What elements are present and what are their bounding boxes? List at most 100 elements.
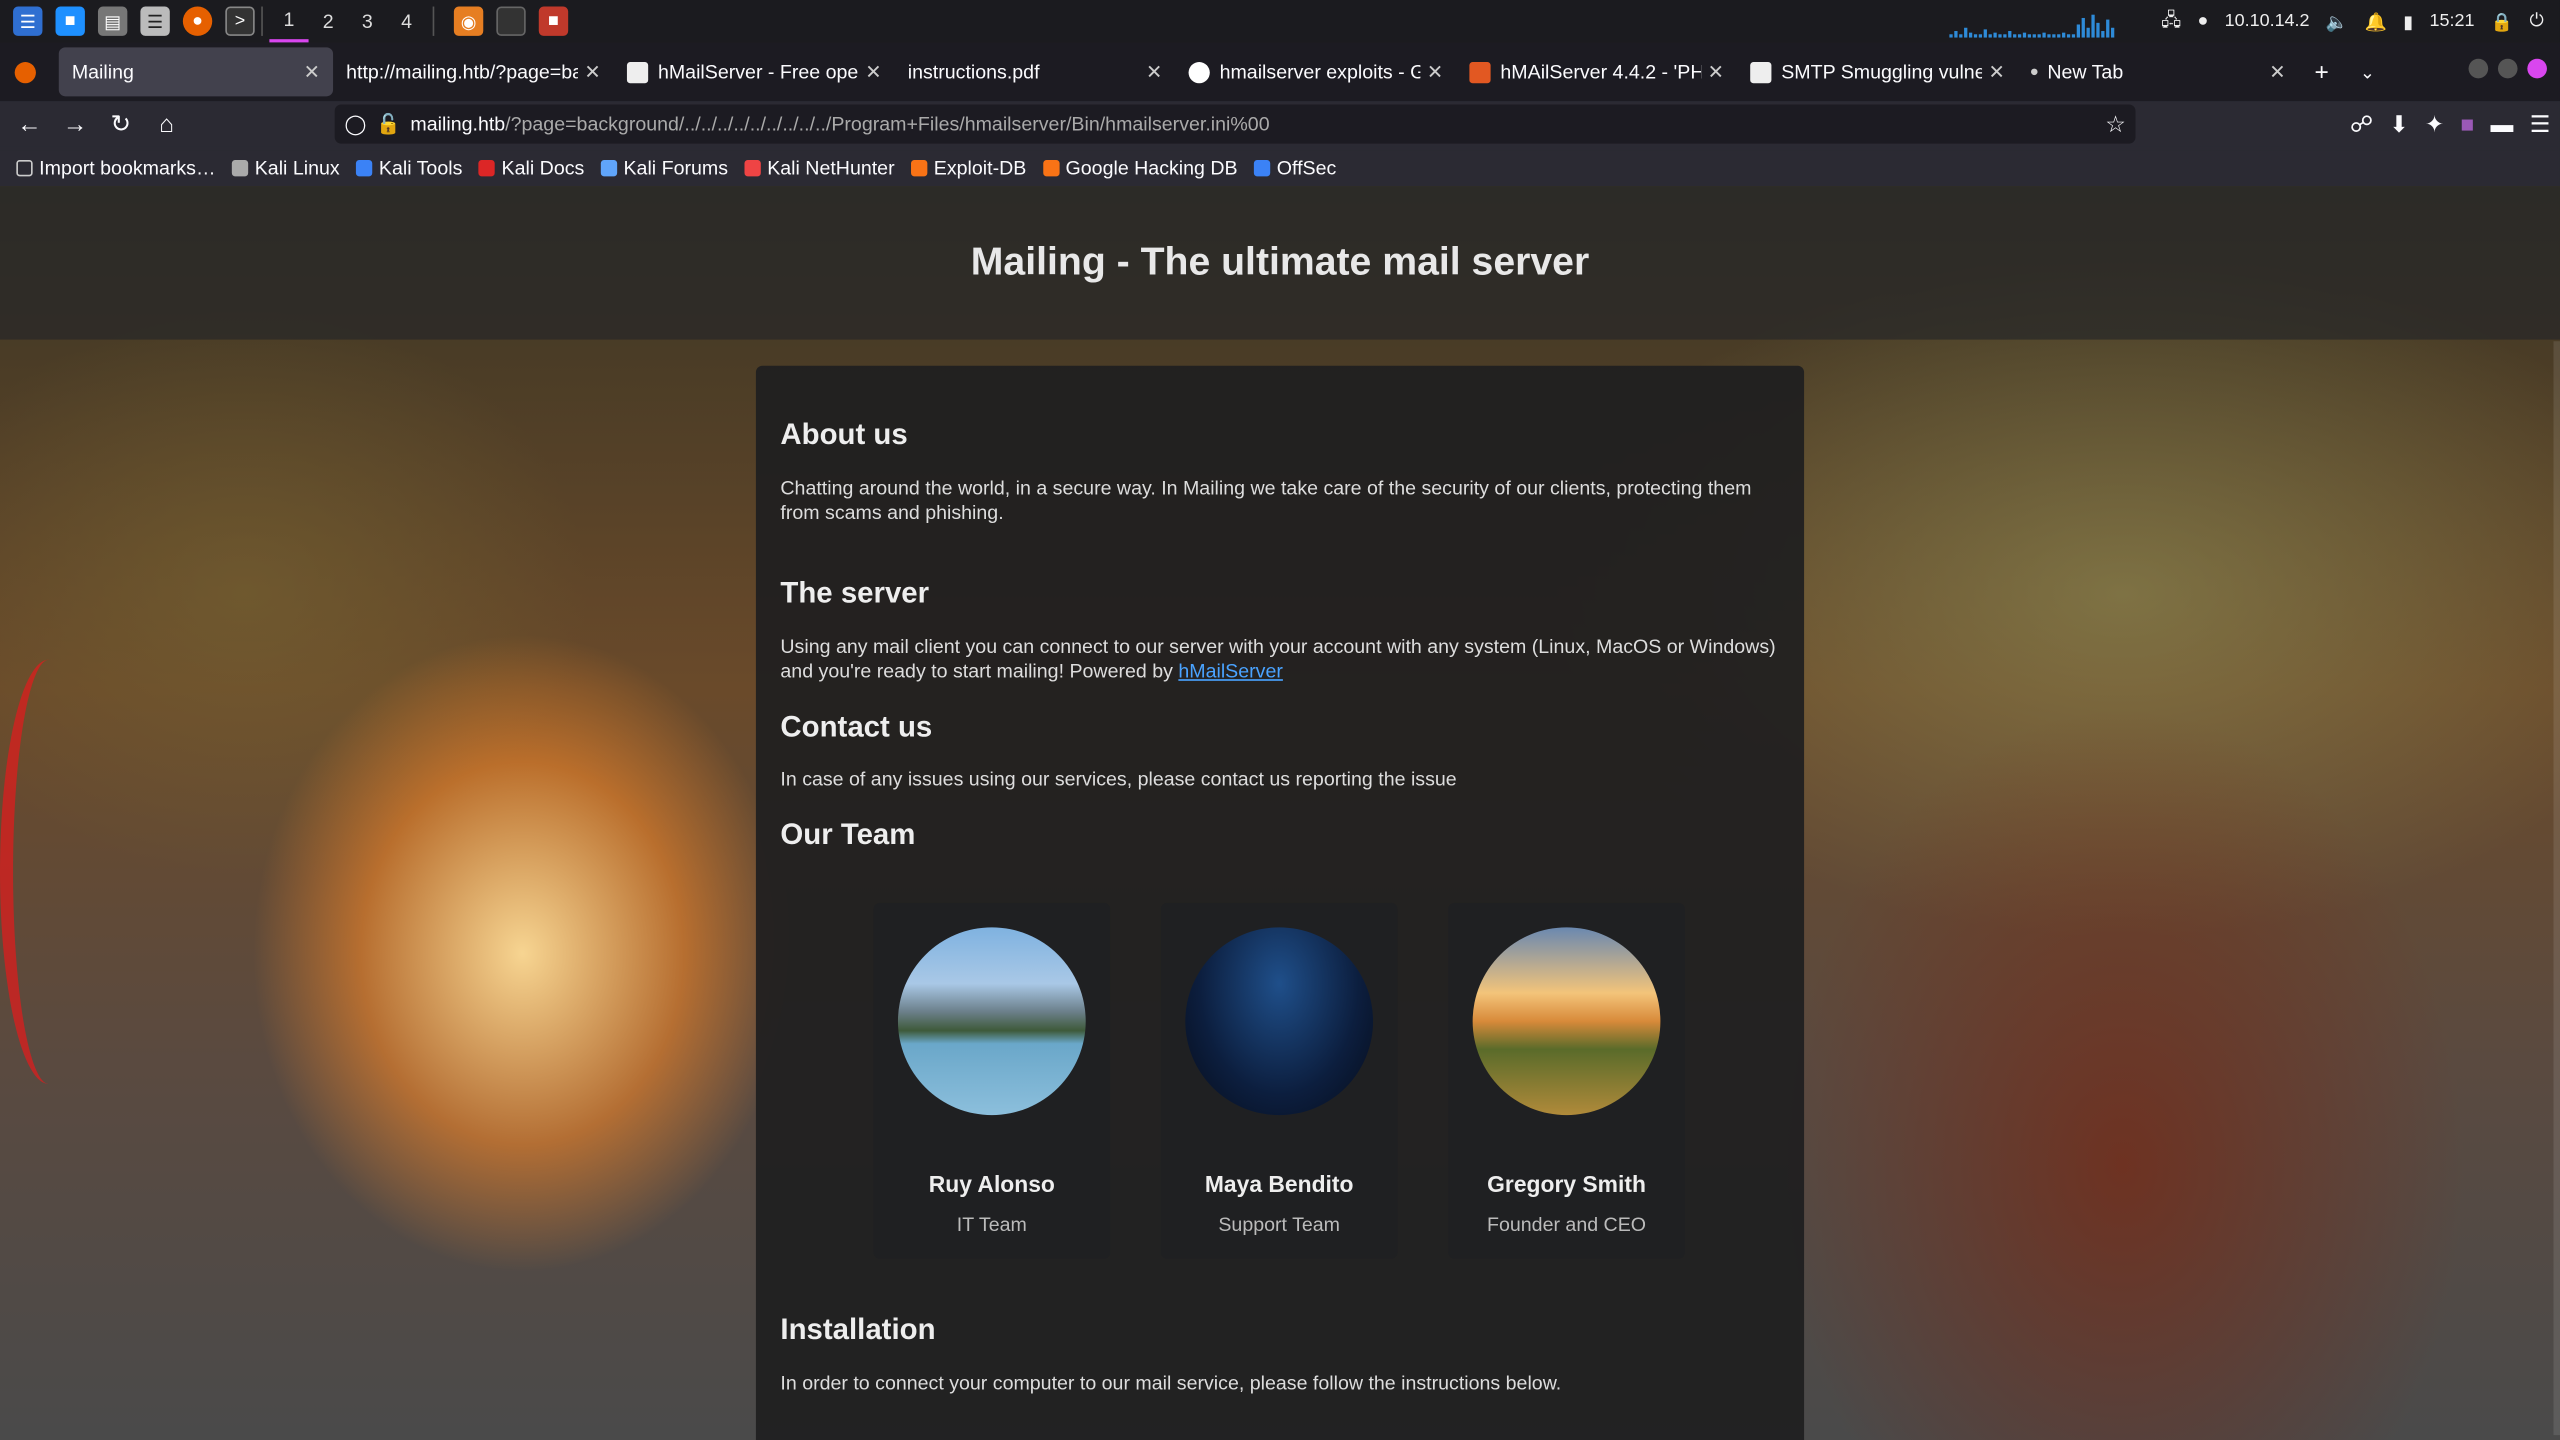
exploit-db-icon: [910, 159, 928, 177]
tab-title: hMailServer - Free open s: [657, 60, 859, 84]
ip-address: 10.10.14.2: [2224, 11, 2310, 32]
workspace-3[interactable]: 3: [348, 10, 387, 33]
tracking-shield-icon[interactable]: ◯: [344, 113, 366, 136]
bookmark-kali-linux[interactable]: Kali Linux: [231, 157, 340, 180]
close-icon[interactable]: ✕: [584, 60, 600, 83]
extension-icon[interactable]: ▬: [2491, 111, 2514, 137]
pocket-icon[interactable]: ☍: [2350, 110, 2373, 138]
contact-heading: Contact us: [780, 710, 933, 743]
desktop-icon[interactable]: ■: [55, 6, 85, 36]
workspace-4[interactable]: 4: [387, 10, 426, 33]
team-member-name: Ruy Alonso: [928, 1170, 1055, 1197]
tab-mailing[interactable]: Mailing ✕: [58, 47, 334, 97]
bookmark-kali-tools[interactable]: Kali Tools: [356, 157, 462, 180]
bookmark-kali-nethunter[interactable]: Kali NetHunter: [744, 156, 895, 180]
bookmark-star-icon[interactable]: ☆: [2105, 110, 2126, 138]
close-icon[interactable]: ✕: [304, 60, 320, 83]
firefox-icon[interactable]: ●: [182, 6, 213, 36]
battery-icon[interactable]: ▮: [2403, 11, 2413, 32]
window-icon[interactable]: [496, 6, 526, 36]
close-window-button[interactable]: [2527, 58, 2547, 79]
maximize-button[interactable]: [2497, 58, 2518, 79]
team-member-name: Maya Bendito: [1204, 1170, 1354, 1197]
url-bar[interactable]: ◯ 🔓 mailing.htb/?page=background/../../.…: [334, 104, 2136, 144]
tab-title: New Tab: [2047, 60, 2124, 84]
team-card: Ruy Alonso IT Team: [873, 902, 1111, 1259]
new-tab-button[interactable]: +: [2299, 49, 2345, 95]
extensions-icon[interactable]: ✦: [2425, 110, 2444, 138]
back-icon[interactable]: ←: [7, 101, 53, 147]
about-text: Chatting around the world, in a secure w…: [780, 476, 1752, 525]
list-all-tabs-button[interactable]: ⌄: [2344, 49, 2390, 95]
team-card: Maya Bendito Support Team: [1160, 902, 1398, 1259]
tab-exploit-db[interactable]: hMAilServer 4.4.2 - 'PHPW ✕: [1456, 47, 1737, 96]
tab-smtp-smuggling[interactable]: SMTP Smuggling vulnera ✕: [1737, 47, 2018, 96]
tab-mailing-url[interactable]: http://mailing.htb/?page=bac ✕: [333, 47, 614, 96]
scrollbar[interactable]: [2553, 341, 2560, 1436]
exploit-db-icon: [1469, 61, 1491, 83]
downloads-icon[interactable]: ⬇: [2389, 110, 2408, 138]
bookmark-label: Kali NetHunter: [767, 156, 895, 180]
close-icon[interactable]: ✕: [1988, 60, 2004, 83]
workspace-1[interactable]: 1: [269, 0, 309, 43]
kali-docs-icon: [478, 159, 496, 177]
screen: ☰ ■ ▤ ☰ ● > 1 2 3 4 ◉ ■ 🖧 ● 10.10.14.2 🔈…: [0, 0, 2560, 1440]
hmailserver-link[interactable]: hMailServer: [1178, 660, 1283, 683]
close-icon[interactable]: ✕: [1427, 60, 1443, 83]
page-viewport: Mailing - The ultimate mail server About…: [0, 186, 2560, 1440]
power-icon[interactable]: ⏻: [2529, 11, 2543, 32]
tab-hmailserver[interactable]: hMailServer - Free open s ✕: [614, 47, 895, 96]
close-icon[interactable]: ✕: [1708, 60, 1724, 83]
tab-title: Mailing: [71, 60, 134, 84]
insecure-lock-icon[interactable]: 🔓: [376, 113, 400, 136]
page-title: Mailing - The ultimate mail server: [970, 239, 1590, 285]
network-icon[interactable]: 🖧: [2161, 6, 2181, 37]
content-panel: About us Chatting around the world, in a…: [755, 365, 1805, 1440]
bookmark-kali-docs[interactable]: Kali Docs: [478, 157, 584, 180]
kali-menu-icon[interactable]: ☰: [13, 6, 43, 36]
bookmark-google-hacking-db[interactable]: Google Hacking DB: [1042, 157, 1238, 180]
toolbar-right: ☍ ⬇ ✦ ■ ▬ ☰: [2350, 101, 2550, 147]
home-icon[interactable]: ⌂: [144, 101, 190, 147]
bookmark-offsec[interactable]: OffSec: [1253, 156, 1337, 180]
tab-instructions-pdf[interactable]: instructions.pdf ✕: [895, 47, 1176, 96]
tab-new-tab[interactable]: New Tab ✕: [2018, 47, 2299, 96]
page-icon: [1750, 61, 1772, 83]
installation-heading: Installation: [780, 1312, 936, 1346]
tab-title: hmailserver exploits - Goo: [1219, 60, 1421, 84]
text-editor-icon[interactable]: ☰: [140, 6, 170, 36]
close-icon[interactable]: ✕: [865, 60, 881, 83]
lock-icon[interactable]: 🔒: [2491, 11, 2513, 32]
extension-purple-icon[interactable]: ■: [2460, 111, 2474, 137]
tab-google-search[interactable]: hmailserver exploits - Goo ✕: [1176, 47, 1457, 96]
lens-flare: [0, 659, 98, 1085]
server-heading: The server: [780, 576, 930, 609]
reload-icon[interactable]: ↻: [98, 101, 144, 147]
workspace-2[interactable]: 2: [309, 10, 348, 33]
contact-text: In case of any issues using our services…: [780, 767, 1457, 791]
page-icon: [626, 61, 649, 83]
minimize-button[interactable]: [2468, 58, 2489, 79]
close-icon[interactable]: ✕: [2269, 60, 2285, 83]
url-host: mailing.htb: [410, 112, 506, 136]
app-icon[interactable]: ■: [538, 6, 569, 36]
bookmark-label: OffSec: [1276, 156, 1337, 180]
file-manager-icon[interactable]: ▤: [97, 6, 128, 36]
terminal-icon[interactable]: >: [225, 6, 255, 36]
bookmark-import[interactable]: Import bookmarks…: [16, 157, 216, 180]
network-graph: [1948, 5, 2145, 38]
team-heading: Our Team: [780, 817, 916, 851]
close-icon[interactable]: ✕: [1146, 60, 1162, 83]
forward-icon[interactable]: →: [52, 101, 98, 147]
vpn-lock-icon[interactable]: ●: [2197, 11, 2208, 31]
bookmark-kali-forums[interactable]: Kali Forums: [600, 157, 728, 180]
volume-icon[interactable]: 🔈: [2326, 11, 2348, 32]
firefox-view-button[interactable]: [0, 47, 49, 96]
notification-bell-icon[interactable]: 🔔: [2365, 11, 2387, 32]
menu-icon[interactable]: ☰: [2530, 110, 2551, 138]
bookmark-exploit-db[interactable]: Exploit-DB: [910, 156, 1027, 180]
bookmark-label: Exploit-DB: [933, 156, 1027, 180]
burp-icon[interactable]: ◉: [453, 6, 484, 36]
avatar: [1185, 927, 1374, 1116]
team-member-role: Support Team: [1218, 1213, 1340, 1236]
